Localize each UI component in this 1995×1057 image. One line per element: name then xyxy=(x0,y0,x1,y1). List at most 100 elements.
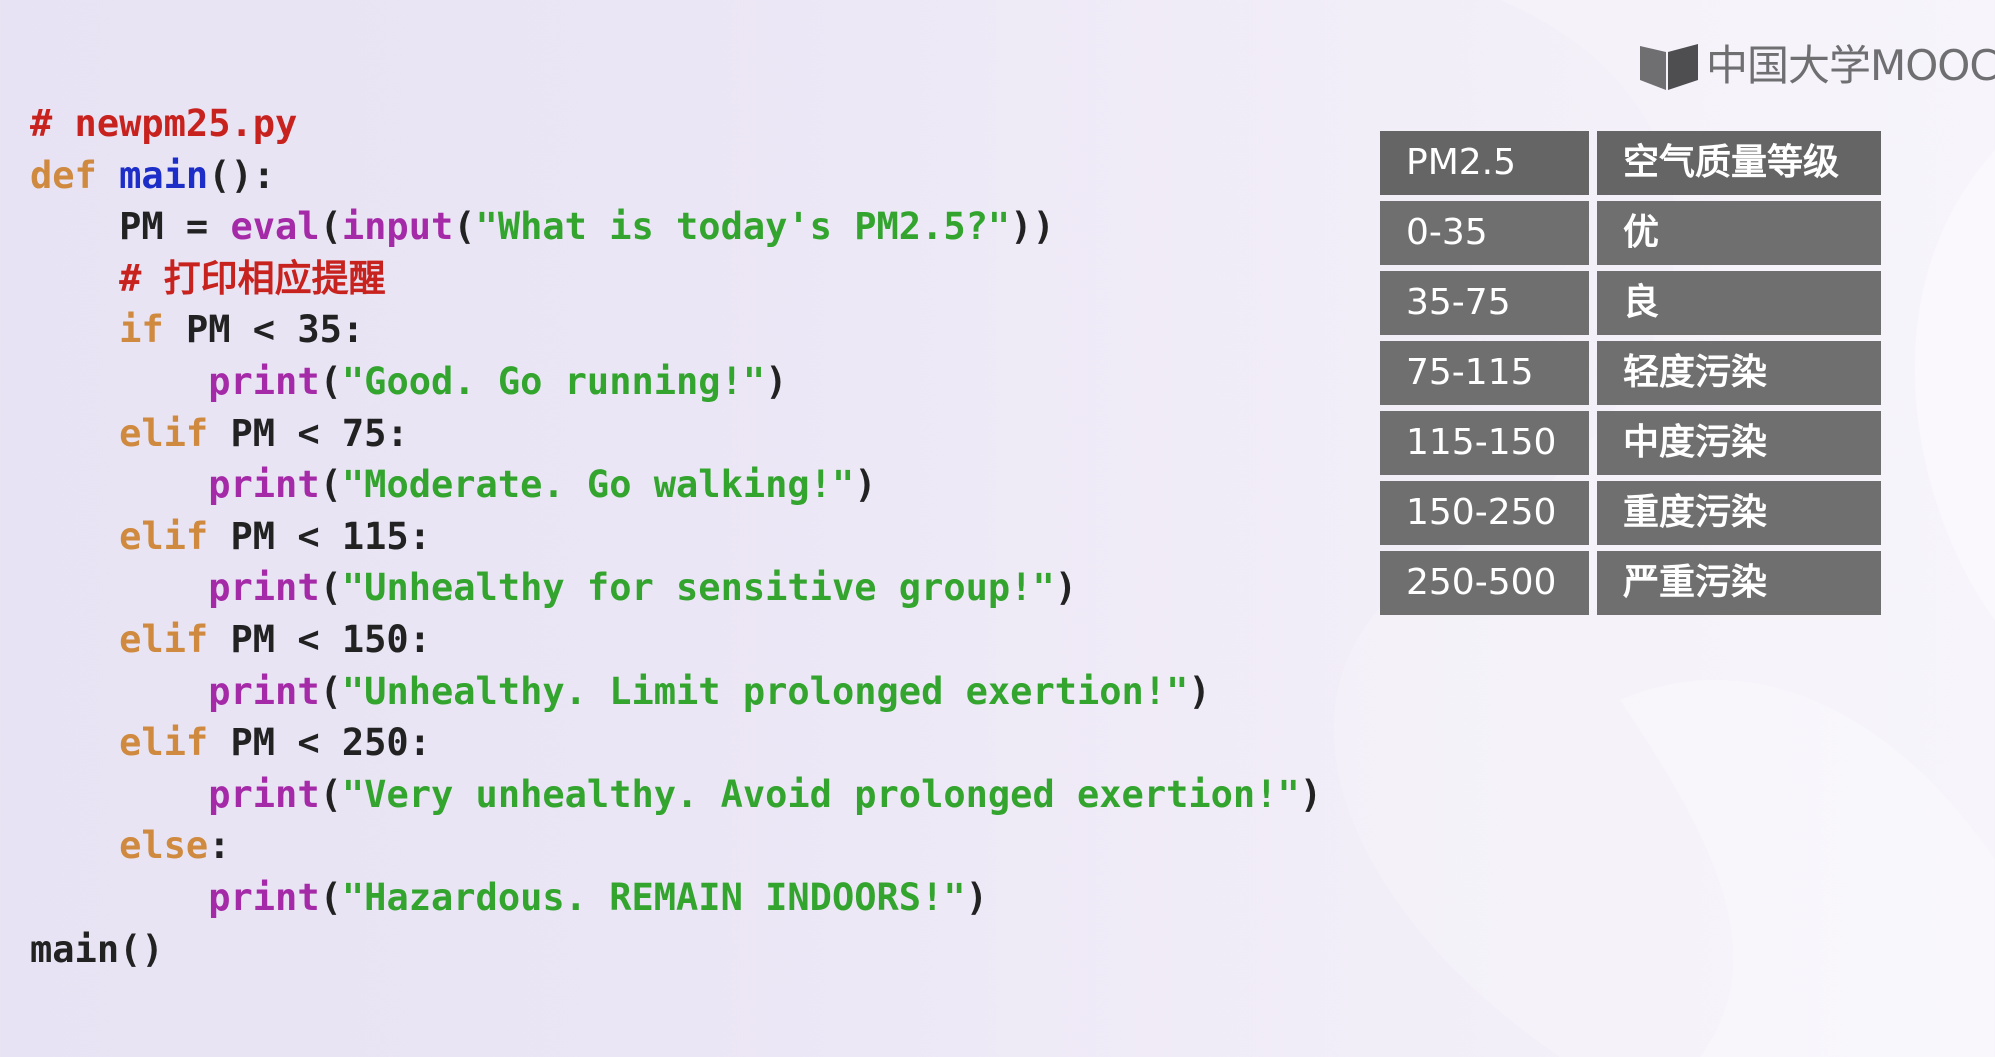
code-token: # newpm25.py xyxy=(30,102,298,145)
code-token: input xyxy=(341,205,454,249)
code-line: PM = eval(input("What is today's PM2.5?"… xyxy=(30,201,1322,253)
table-row: 250-500 严重污染 xyxy=(1380,551,1881,615)
table-header-row: PM2.5 空气质量等级 xyxy=(1380,131,1881,195)
table-row: 115-150 中度污染 xyxy=(1380,411,1881,475)
quality-level-cell: 重度污染 xyxy=(1597,481,1881,545)
code-token: ( xyxy=(319,566,342,610)
quality-level-cell: 优 xyxy=(1597,201,1881,265)
pm-range-cell: 150-250 xyxy=(1380,481,1589,545)
code-token: ( xyxy=(319,669,342,713)
code-line: print("Moderate. Go walking!") xyxy=(30,459,1322,511)
table-row: 150-250 重度污染 xyxy=(1380,481,1881,545)
header-air-quality-level: 空气质量等级 xyxy=(1597,131,1881,195)
code-line: elif PM < 150: xyxy=(30,614,1322,666)
code-line: if PM < 35: xyxy=(30,304,1322,356)
code-line: else: xyxy=(30,820,1322,872)
code-token: ) xyxy=(1299,772,1323,816)
code-token: print xyxy=(208,566,320,610)
code-token: ) xyxy=(1188,669,1211,713)
code-line: # newpm25.py xyxy=(30,98,1322,150)
code-line: print("Very unhealthy. Avoid prolonged e… xyxy=(30,769,1322,821)
code-token: "Very unhealthy. Avoid prolonged exertio… xyxy=(341,772,1300,816)
code-token: print xyxy=(208,463,320,507)
code-token: ) xyxy=(765,359,788,403)
code-token: PM < 150: xyxy=(208,617,431,661)
code-line: elif PM < 75: xyxy=(30,408,1322,460)
code-token: )) xyxy=(1010,205,1055,249)
code-token: PM < 115: xyxy=(208,514,431,558)
pm-range-cell: 115-150 xyxy=(1380,411,1589,475)
code-token: ) xyxy=(854,463,877,507)
code-token: print xyxy=(208,669,320,713)
code-token: ( xyxy=(319,359,342,403)
table-row: 35-75 良 xyxy=(1380,271,1881,335)
table-row: 0-35 优 xyxy=(1380,201,1881,265)
code-token: elif xyxy=(119,411,209,455)
quality-level-cell: 严重污染 xyxy=(1597,551,1881,615)
code-token: ( xyxy=(319,875,342,919)
mooc-logo-icon xyxy=(1640,44,1698,90)
code-token: print xyxy=(208,875,320,919)
code-token: PM < 250: xyxy=(208,721,431,765)
code-token: print xyxy=(208,359,320,403)
logo-text: 中国大学MOOC xyxy=(1706,41,1995,90)
code-token: "Hazardous. REMAIN INDOORS!" xyxy=(341,875,966,919)
code-token: "Unhealthy for sensitive group!" xyxy=(341,566,1055,610)
code-token: ) xyxy=(965,875,988,919)
code-line: elif PM < 250: xyxy=(30,717,1322,769)
code-token: ( xyxy=(453,205,476,249)
code-token: "Good. Go running!" xyxy=(341,359,766,403)
quality-level-cell: 中度污染 xyxy=(1597,411,1881,475)
quality-level-cell: 轻度污染 xyxy=(1597,341,1881,405)
code-token: elif xyxy=(119,617,209,661)
code-line: main() xyxy=(30,924,1322,976)
code-token: ( xyxy=(319,463,342,507)
code-line: def main(): xyxy=(30,150,1322,202)
code-token: def xyxy=(30,153,120,197)
code-token: PM < 75: xyxy=(208,411,409,455)
code-token: else xyxy=(119,824,209,868)
code-line: print("Hazardous. REMAIN INDOORS!") xyxy=(30,872,1322,924)
code-token: (): xyxy=(208,153,276,197)
code-line: print("Unhealthy. Limit prolonged exerti… xyxy=(30,666,1322,718)
code-token: "What is today's PM2.5?" xyxy=(475,205,1011,249)
code-token: # 打印相应提醒 xyxy=(30,256,386,300)
code-token: ( xyxy=(319,205,342,249)
code-token: : xyxy=(208,824,231,868)
table-row: 75-115 轻度污染 xyxy=(1380,341,1881,405)
code-token: main xyxy=(30,927,120,971)
quality-level-cell: 良 xyxy=(1597,271,1881,335)
code-token: main xyxy=(119,153,209,197)
code-token: PM = xyxy=(30,205,231,249)
code-line: elif PM < 115: xyxy=(30,511,1322,563)
pm-range-cell: 75-115 xyxy=(1380,341,1589,405)
code-line: print("Unhealthy for sensitive group!") xyxy=(30,562,1322,614)
code-token: () xyxy=(119,927,164,971)
mooc-logo: 中国大学MOOC xyxy=(1636,38,1995,94)
code-token: ( xyxy=(319,772,342,816)
code-token: "Moderate. Go walking!" xyxy=(341,463,855,507)
code-token: print xyxy=(208,772,320,816)
code-token: elif xyxy=(119,721,209,765)
code-line: print("Good. Go running!") xyxy=(30,356,1322,408)
header-pm25: PM2.5 xyxy=(1380,131,1589,195)
code-listing: # newpm25.py def main(): PM = eval(input(… xyxy=(30,98,1322,975)
code-token: PM < 35: xyxy=(163,308,365,352)
code-token: "Unhealthy. Limit prolonged exertion!" xyxy=(341,669,1189,713)
code-token: if xyxy=(119,308,164,352)
pm-range-cell: 35-75 xyxy=(1380,271,1589,335)
code-token: elif xyxy=(119,514,209,558)
pm-range-cell: 0-35 xyxy=(1380,201,1589,265)
code-token: eval xyxy=(230,205,320,249)
